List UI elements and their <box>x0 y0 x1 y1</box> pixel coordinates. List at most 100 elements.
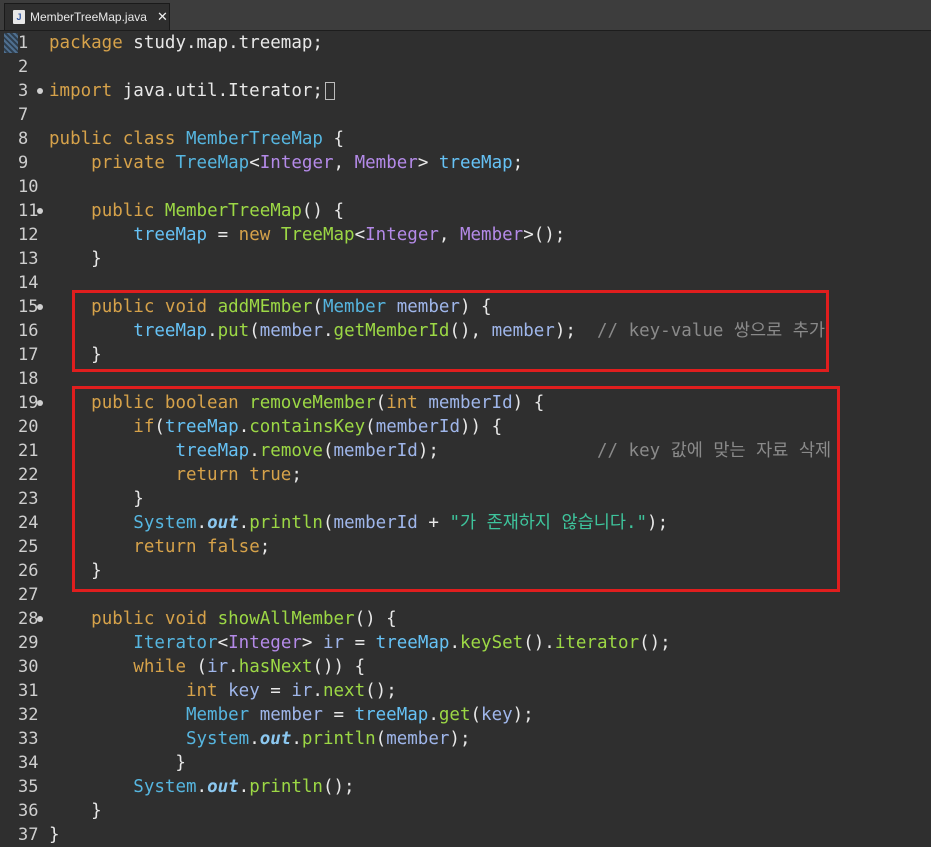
highlight-box-removemember <box>72 386 840 592</box>
code-token: () { <box>301 201 345 221</box>
code-token: ); <box>449 729 471 749</box>
line-code: treeMap = new TreeMap<Integer, Member>()… <box>49 223 565 247</box>
tab-membertreemap[interactable]: J MemberTreeMap.java ✕ <box>4 3 170 30</box>
code-line[interactable]: 11 public MemberTreeMap() { <box>0 199 931 223</box>
line-number: 34 <box>18 753 39 773</box>
code-token: Integer <box>228 633 302 653</box>
line-code: Iterator<Integer> ir = treeMap.keySet().… <box>49 631 671 655</box>
code-token: } <box>49 801 102 821</box>
code-token: ( <box>470 705 482 725</box>
line-number: 18 <box>18 369 39 389</box>
code-token: public void <box>91 609 218 629</box>
line-code: public MemberTreeMap() { <box>49 199 344 223</box>
code-line[interactable]: 28 public void showAllMember() { <box>0 607 931 631</box>
line-number: 16 <box>18 321 39 341</box>
fold-toggle-icon[interactable] <box>37 616 43 622</box>
code-token: println <box>249 777 323 797</box>
code-token: ir <box>207 657 229 677</box>
code-line[interactable]: 34 } <box>0 751 931 775</box>
code-line[interactable]: 33 System.out.println(member); <box>0 727 931 751</box>
highlight-box-addmember <box>72 290 829 372</box>
line-code: } <box>49 247 102 271</box>
code-token: java.util.Iterator; <box>112 81 323 101</box>
line-code: while (ir.hasNext()) { <box>49 655 365 679</box>
code-token: MemberTreeMap <box>164 201 302 221</box>
line-number: 31 <box>18 681 39 701</box>
code-line[interactable]: 10 <box>0 175 931 199</box>
line-number: 32 <box>18 705 39 725</box>
code-line[interactable]: 3 import java.util.Iterator; <box>0 79 931 103</box>
fold-toggle-icon[interactable] <box>37 304 43 310</box>
code-token: import <box>49 81 113 101</box>
code-token: . <box>428 705 439 725</box>
line-code: Member member = treeMap.get(key); <box>49 703 534 727</box>
code-line[interactable]: 7 <box>0 103 931 127</box>
line-code: private TreeMap<Integer, Member> treeMap… <box>49 151 523 175</box>
code-line[interactable]: 30 while (ir.hasNext()) { <box>0 655 931 679</box>
code-line[interactable]: 29 Iterator<Integer> ir = treeMap.keySet… <box>0 631 931 655</box>
code-token: = <box>322 705 355 725</box>
fold-toggle-icon[interactable] <box>37 208 43 214</box>
line-code: int key = ir.next(); <box>49 679 397 703</box>
code-token: ( <box>375 729 387 749</box>
line-code: System.out.println(member); <box>49 727 471 751</box>
code-token: package <box>49 33 123 53</box>
code-token: = <box>207 225 239 245</box>
line-number: 14 <box>18 273 39 293</box>
code-token: iterator <box>554 633 640 653</box>
code-line[interactable]: 37} <box>0 823 931 847</box>
line-number: 1 <box>18 33 29 53</box>
code-token: System <box>133 777 197 797</box>
code-token: < <box>354 225 366 245</box>
collapsed-imports-icon[interactable] <box>324 82 335 100</box>
line-number: 26 <box>18 561 39 581</box>
code-token: >(); <box>523 225 566 245</box>
fold-toggle-icon[interactable] <box>37 400 43 406</box>
code-token: Integer <box>259 153 334 173</box>
code-token: ()) { <box>312 657 366 677</box>
code-token: (); <box>639 633 671 653</box>
code-token: < <box>217 633 229 653</box>
code-token: < <box>249 153 260 173</box>
code-token: public class <box>49 129 186 149</box>
code-token: Member <box>354 153 418 173</box>
code-line[interactable]: 9 private TreeMap<Integer, Member> treeM… <box>0 151 931 175</box>
code-token: showAllMember <box>217 609 355 629</box>
line-number: 21 <box>18 441 39 461</box>
code-token: ; <box>512 153 524 173</box>
code-line[interactable]: 1 package study.map.treemap; <box>0 31 931 55</box>
line-code: package study.map.treemap; <box>49 31 323 55</box>
code-line[interactable]: 31 int key = ir.next(); <box>0 679 931 703</box>
code-line[interactable]: 8 public class MemberTreeMap { <box>0 127 931 151</box>
code-token: next <box>322 681 366 701</box>
close-icon[interactable]: ✕ <box>157 10 168 25</box>
line-code: } <box>49 823 60 847</box>
code-token: println <box>301 729 376 749</box>
code-token: study.map.treemap; <box>122 33 323 53</box>
code-token: key <box>228 681 260 701</box>
code-line[interactable]: 35 System.out.println(); <box>0 775 931 799</box>
line-number: 37 <box>18 825 39 845</box>
code-line[interactable]: 36 } <box>0 799 931 823</box>
code-line[interactable]: 12 treeMap = new TreeMap<Integer, Member… <box>0 223 931 247</box>
code-token: . <box>449 633 460 653</box>
code-line[interactable]: 2 <box>0 55 931 79</box>
code-token: keySet <box>459 633 524 653</box>
code-token: int <box>185 681 229 701</box>
fold-toggle-icon[interactable] <box>37 88 43 94</box>
code-token: , <box>333 153 355 173</box>
line-number: 22 <box>18 465 39 485</box>
code-line[interactable]: 32 Member member = treeMap.get(key); <box>0 703 931 727</box>
line-number: 33 <box>18 729 39 749</box>
code-token: out <box>259 729 292 749</box>
line-number: 8 <box>18 129 29 149</box>
line-code: public void showAllMember() { <box>49 607 397 631</box>
code-token: treeMap <box>375 633 450 653</box>
code-line[interactable]: 13 } <box>0 247 931 271</box>
